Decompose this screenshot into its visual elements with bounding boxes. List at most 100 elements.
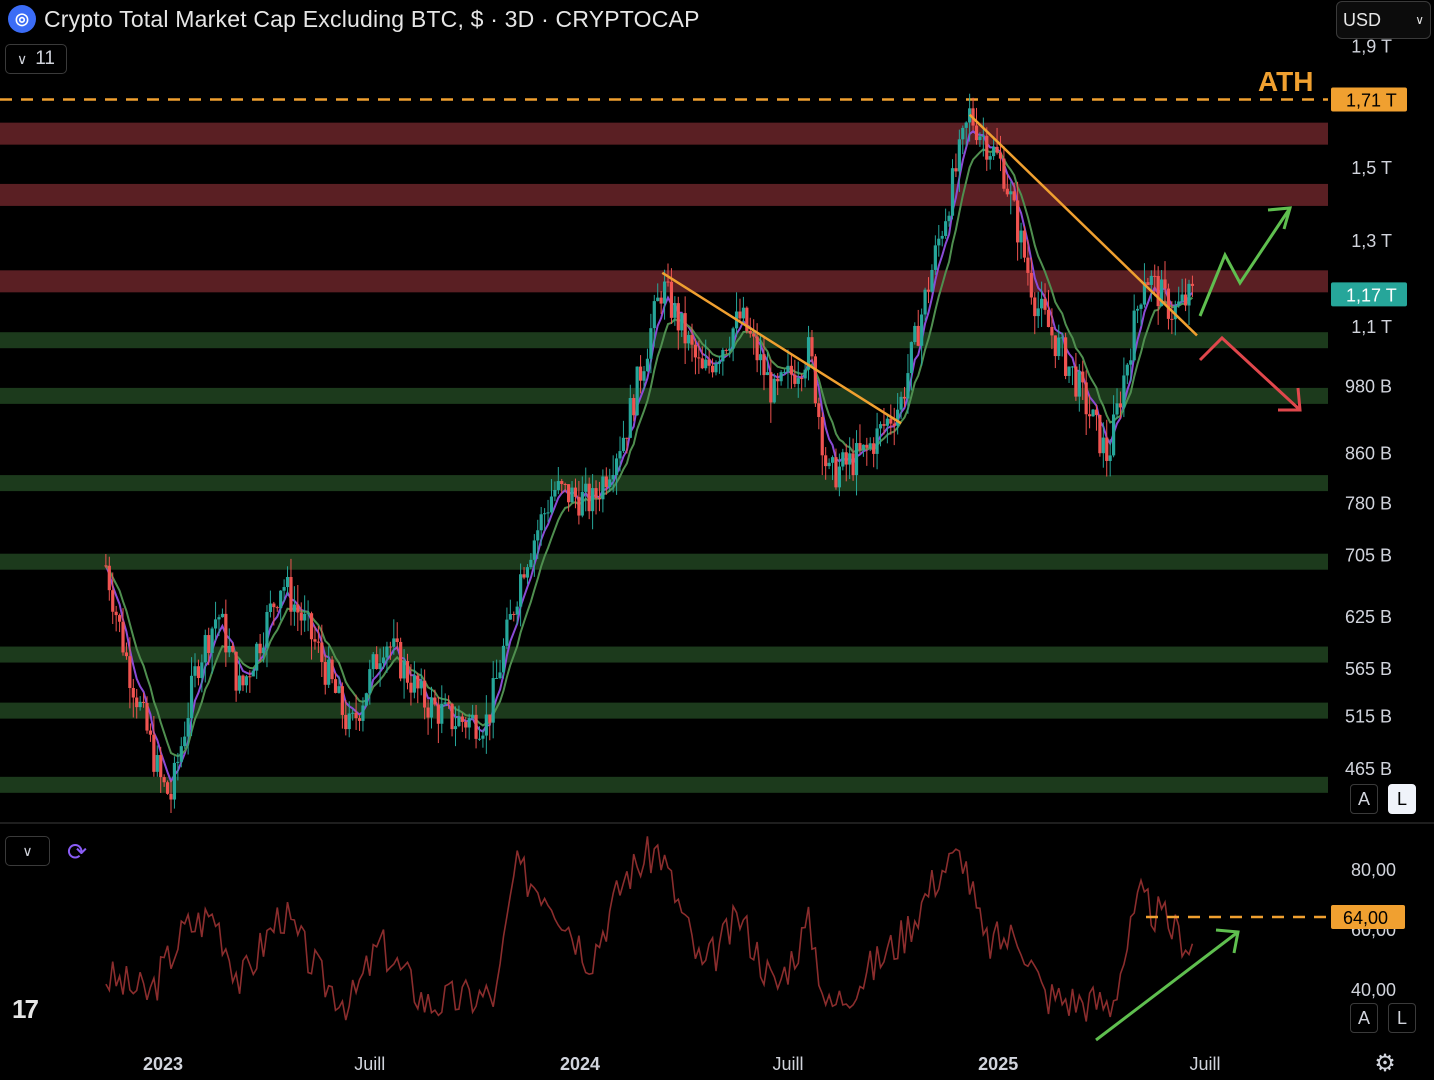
candle-body <box>165 782 170 794</box>
candle-body <box>594 488 598 498</box>
candle-body <box>344 714 348 730</box>
rsi-tick-label: 40,00 <box>1351 980 1396 1000</box>
candle-body <box>858 443 862 450</box>
candle-body <box>649 328 653 359</box>
rsi-uptrend-arrow <box>1095 930 1239 1042</box>
rsi-log-scale-button[interactable]: L <box>1388 1003 1416 1033</box>
candle-body <box>906 373 910 399</box>
candle-body <box>628 398 632 438</box>
time-tick-label: Juill <box>1189 1054 1220 1074</box>
candle-body <box>488 714 492 723</box>
candle-body <box>313 639 317 642</box>
candle-body <box>680 313 684 331</box>
candle-body <box>385 646 389 658</box>
candle-body <box>532 540 536 560</box>
log-scale-button[interactable]: L <box>1388 784 1416 814</box>
sync-icon[interactable]: ⟳ <box>62 837 92 867</box>
symbol-title[interactable]: Crypto Total Market Cap Excluding BTC, $… <box>44 6 700 33</box>
price-axis: 1,9 T 1,5 T 1,3 T 1,1 T 980 B 860 B 780 B 705 B… <box>1331 36 1407 779</box>
candle-body <box>1026 257 1030 273</box>
ema-fast-line <box>104 129 1194 784</box>
candle-body <box>1046 309 1051 328</box>
price-tick-label: 860 B <box>1345 443 1392 463</box>
candle-body <box>673 303 677 318</box>
candle-body <box>848 453 852 465</box>
candle-body <box>782 371 787 373</box>
candle-body <box>200 662 204 679</box>
candle-body <box>491 678 495 723</box>
candle-body <box>717 361 722 364</box>
candle-body <box>776 378 780 382</box>
candle-body <box>447 702 451 704</box>
price-tick-label: 980 B <box>1345 376 1392 396</box>
chevron-down-icon: ∨ <box>1415 13 1424 27</box>
candle-body <box>135 697 139 708</box>
candle-body <box>323 661 327 685</box>
candle-body <box>1009 191 1013 195</box>
candle-body <box>1043 298 1047 310</box>
candle-body <box>964 122 968 128</box>
candle-body <box>378 663 382 670</box>
candle-body <box>179 746 183 762</box>
candle-body <box>779 372 783 382</box>
candle-body <box>309 613 314 640</box>
candle-body <box>1040 298 1044 309</box>
candle-body <box>429 697 434 718</box>
candle-body <box>803 369 807 379</box>
bullish-scenario-arrow <box>1198 207 1292 317</box>
indicators-toggle-button[interactable]: ∨ 11 <box>5 44 67 74</box>
candle-body <box>1111 414 1116 456</box>
auto-scale-button[interactable]: A <box>1350 784 1378 814</box>
support-zone <box>0 553 1328 570</box>
tradingview-logo-icon: 17 <box>12 994 39 1024</box>
support-zone <box>0 646 1328 663</box>
candle-body <box>546 512 550 514</box>
candle-body <box>765 372 770 376</box>
candle-body <box>471 714 475 719</box>
candle-body <box>1084 382 1088 415</box>
candle-body <box>1139 304 1143 309</box>
candle-body <box>981 135 985 137</box>
candle-body <box>436 704 440 724</box>
support-zone <box>0 776 1328 793</box>
rsi-auto-scale-button[interactable]: A <box>1350 1003 1378 1033</box>
candle-body <box>1149 275 1153 285</box>
ema-slow-line <box>105 148 1194 758</box>
candle-body <box>662 281 667 304</box>
candle-body <box>632 398 636 416</box>
candle-body <box>577 496 581 516</box>
candle-body <box>495 678 499 680</box>
candle-body <box>597 497 602 500</box>
candle-body <box>961 127 965 140</box>
time-axis[interactable]: 2023 Juill 2024 Juill 2025 Juill <box>143 1054 1221 1074</box>
candle-body <box>913 325 917 343</box>
candle-body <box>474 714 478 739</box>
candle-body <box>570 487 574 503</box>
candle-body <box>608 479 612 487</box>
gear-icon[interactable]: ⚙ <box>1370 1049 1400 1079</box>
candle-body <box>830 457 835 463</box>
candle-body <box>159 755 163 778</box>
candle-body <box>909 342 913 374</box>
candle-body <box>330 659 334 680</box>
candle-body <box>1108 455 1112 461</box>
candle-body <box>827 462 831 467</box>
candle-body <box>786 365 790 372</box>
candle-body <box>614 458 619 476</box>
currency-select[interactable]: USD ∨ <box>1336 1 1431 39</box>
candle-body <box>772 378 776 403</box>
price-tick-label: 1,1 T <box>1351 317 1392 337</box>
candle-body <box>707 359 711 366</box>
candle-body <box>1088 414 1092 417</box>
pane-collapse-button[interactable]: ∨ <box>5 836 50 866</box>
candle-body <box>162 777 166 783</box>
chart-canvas[interactable]: 1,9 T 1,5 T 1,3 T 1,1 T 980 B 860 B 780 B 705 B… <box>0 0 1434 1080</box>
candle-body <box>666 281 670 283</box>
candle-body <box>638 366 643 381</box>
candle-body <box>642 371 646 381</box>
candle-body <box>950 168 955 216</box>
candle-body <box>131 688 135 698</box>
candle-body <box>1183 294 1188 306</box>
candle-body <box>710 365 715 373</box>
candle-body <box>1005 188 1009 195</box>
